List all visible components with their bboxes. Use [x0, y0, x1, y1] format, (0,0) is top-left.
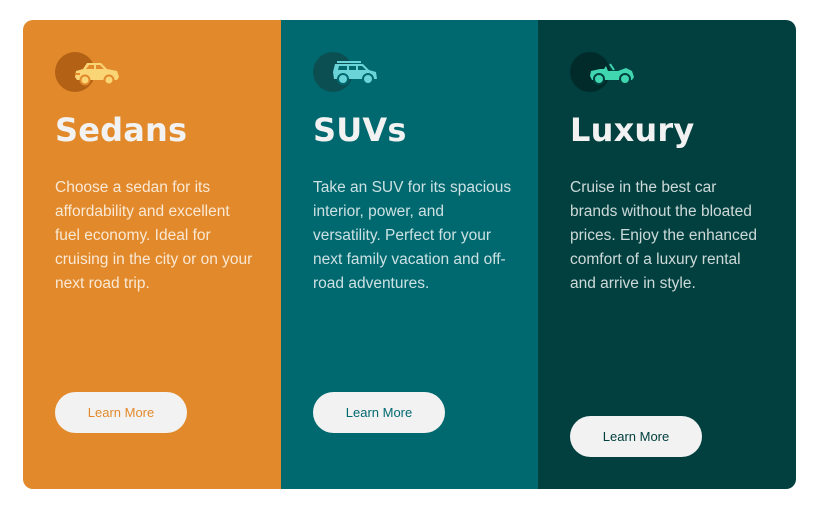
card-title: Luxury	[570, 111, 695, 149]
suv-car-icon	[313, 52, 379, 92]
card-title: Sedans	[55, 111, 188, 149]
card-title: SUVs	[313, 111, 407, 149]
learn-more-button-sedans[interactable]: Learn More	[55, 392, 187, 433]
learn-more-button-suvs[interactable]: Learn More	[313, 392, 445, 433]
sedan-car-icon	[55, 52, 121, 92]
learn-more-button-luxury[interactable]: Learn More	[570, 416, 702, 457]
car-category-cards: Sedans Choose a sedan for its affordabil…	[23, 20, 796, 489]
luxury-convertible-icon	[570, 52, 636, 92]
card-description: Take an SUV for its spacious interior, p…	[313, 179, 512, 292]
card-description: Cruise in the best car brands without th…	[570, 179, 757, 292]
card-luxury: Luxury Cruise in the best car brands wit…	[538, 20, 796, 489]
card-suvs: SUVs Take an SUV for its spacious interi…	[281, 20, 538, 489]
card-sedans: Sedans Choose a sedan for its affordabil…	[23, 20, 281, 489]
card-description: Choose a sedan for its affordability and…	[55, 179, 253, 292]
